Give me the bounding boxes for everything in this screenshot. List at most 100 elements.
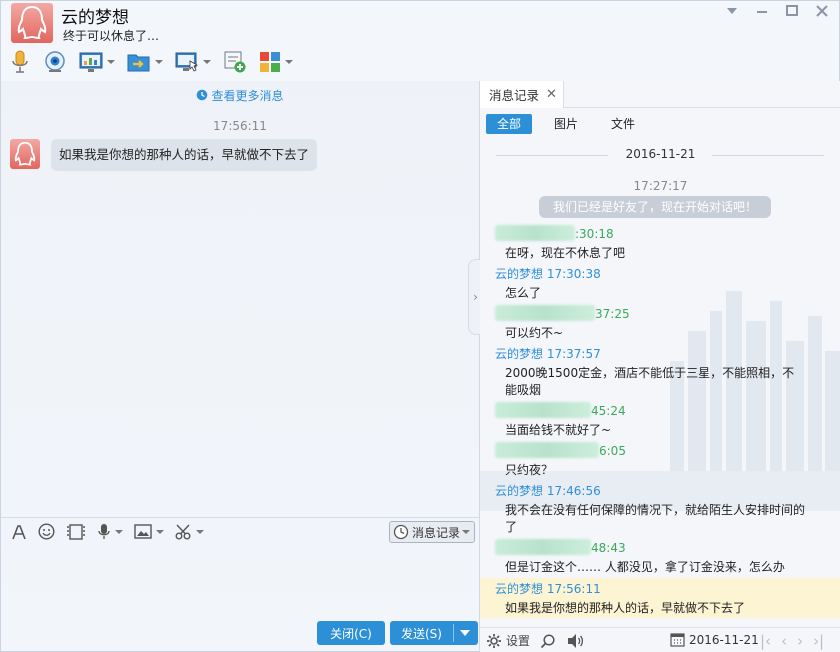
history-filters: 全部 图片 文件 [486,114,657,134]
share-screen-button[interactable] [79,49,115,75]
message-history-panel: 消息记录 ✕ 全部 图片 文件 2016-11-21 17:27:17 我们已经… [480,81,840,652]
tab-message-history-label: 消息记录 [489,88,540,103]
date-separator-text: 2016-11-21 [625,147,696,161]
next-page-icon[interactable]: › [797,632,803,650]
history-message-time: :30:18 [575,227,614,241]
history-message[interactable]: 37:25 可以约不~ [480,305,840,345]
gif-button[interactable] [66,523,86,540]
send-button-label: 发送(S) [401,626,442,641]
contact-name[interactable]: 云的梦想 [61,3,129,28]
remote-desktop-button[interactable] [175,49,211,75]
view-more-messages-label: 查看更多消息 [211,89,284,103]
send-file-button[interactable] [127,49,163,75]
message-bubble[interactable]: 如果我是你想的那种人的话，早就做不下去了 [51,139,318,171]
view-more-messages-link[interactable]: 查看更多消息 [1,87,479,104]
dropdown-icon[interactable] [725,4,739,18]
history-message-header: 37:25 [495,305,630,321]
history-message-sender: 云的梦想 [495,347,544,361]
filter-all[interactable]: 全部 [486,114,533,134]
redacted-sender [495,442,599,458]
redacted-sender [495,539,591,555]
contact-avatar[interactable] [11,3,53,43]
history-message-selected[interactable]: 云的梦想 17:56:11 如果我是你想的那种人的话，早就做不下去了 [480,578,840,618]
film-icon [67,523,85,540]
history-message[interactable]: 48:43 但是订金这个…… 人都没见，拿了订金没来，怎么办 [480,539,840,577]
settings-button[interactable]: 设置 [486,632,530,649]
close-button[interactable]: 关闭(C) [317,621,385,645]
tab-message-history[interactable]: 消息记录 ✕ [480,81,564,108]
screenshot-button[interactable] [175,524,204,540]
penguin-avatar-icon [14,141,36,166]
history-bottom-bar: 设置 2016-11-21 |‹ ‹ › ›| [480,627,840,652]
history-message-header: 云的梦想 17:37:57 [495,345,601,362]
window-header: 云的梦想 终于可以休息了… [1,1,839,81]
history-message-time: 17:30:38 [546,267,601,281]
last-page-icon[interactable]: ›| [813,632,824,650]
font-button[interactable] [11,524,27,540]
sender-avatar[interactable] [10,139,40,169]
filter-images[interactable]: 图片 [543,114,589,134]
monitor-chart-icon [79,52,103,72]
first-page-icon[interactable]: |‹ [760,632,771,650]
send-options-dropdown-icon[interactable] [460,630,470,636]
history-message-text: 但是订金这个…… 人都没见，拿了订金没来，怎么办 [505,560,785,574]
apps-button[interactable] [259,49,293,75]
chevron-down-icon [285,60,293,64]
image-button[interactable] [134,524,164,539]
history-message-time: 48:43 [591,541,626,555]
clock-icon [197,89,208,101]
voice-call-button[interactable] [9,49,31,75]
create-group-button[interactable] [223,49,247,75]
date-picker[interactable]: 2016-11-21 [670,632,759,647]
search-button[interactable] [540,633,556,649]
image-icon [134,524,152,539]
chat-window: 云的梦想 终于可以休息了… 查看更多消息 17:56:11 如果我是你想的那种人… [0,0,840,652]
gear-icon [487,633,501,648]
history-message-header: :30:18 [495,225,614,241]
history-message[interactable]: 45:24 当面给钱不就好了~ [480,402,840,442]
clock-icon [393,524,409,540]
send-button[interactable]: 发送(S) [390,621,478,645]
chevron-down-icon [156,529,164,534]
history-message[interactable]: :30:18 在呀，现在不休息了吧 [480,225,840,265]
redacted-sender [495,225,575,241]
voice-message-button[interactable] [97,523,123,540]
emoji-button[interactable] [38,523,55,540]
remote-desktop-icon [175,52,198,72]
scissors-icon [175,524,191,539]
history-message-text: 只约夜？ [505,463,554,477]
history-message[interactable]: 云的梦想 17:30:38 怎么了 [480,265,840,305]
history-message[interactable]: 6:05 只约夜？ [480,442,840,482]
message-history-button[interactable]: 消息记录 [388,521,475,543]
minimize-icon[interactable] [755,4,769,18]
history-message-time: 17:46:56 [546,484,601,498]
message-history-label: 消息记录 [411,525,460,540]
history-message-time: 6:05 [599,444,626,458]
chat-messages-area[interactable]: 查看更多消息 17:56:11 如果我是你想的那种人的话，早就做不下去了 [1,81,479,517]
history-message-text: 2000晚1500定金，酒店不能低于三星，不能照相，不能吸烟 [505,366,795,397]
microphone-icon [98,524,110,539]
close-icon[interactable] [815,4,829,18]
history-message-time: 17:37:57 [546,347,601,361]
message-input[interactable] [1,545,479,620]
chevron-down-icon [462,530,470,534]
history-message-header: 6:05 [495,442,626,458]
filter-files[interactable]: 文件 [600,114,646,134]
history-message[interactable]: 云的梦想 17:37:57 2000晚1500定金，酒店不能低于三星，不能照相，… [480,345,840,402]
history-message-sender: 云的梦想 [495,582,544,596]
video-call-button[interactable] [43,49,67,75]
close-tab-icon[interactable]: ✕ [546,87,557,102]
history-message-text: 可以约不~ [505,326,564,340]
prev-page-icon[interactable]: ‹ [781,632,787,650]
date-picker-value: 2016-11-21 [689,632,759,647]
history-message-time: 45:24 [591,404,626,418]
history-message[interactable]: 云的梦想 17:46:56 我不会在没有任何保障的情况下，就给陌生人安排时间的了 [480,482,840,539]
microphone-icon [12,50,28,73]
maximize-icon[interactable] [785,4,799,18]
smiley-icon [38,523,55,540]
history-message-header: 云的梦想 17:46:56 [495,482,601,499]
speaker-icon [568,633,584,648]
sound-button[interactable] [566,633,584,649]
history-message-header: 45:24 [495,402,626,418]
input-toolbar: 消息记录 [1,517,479,545]
